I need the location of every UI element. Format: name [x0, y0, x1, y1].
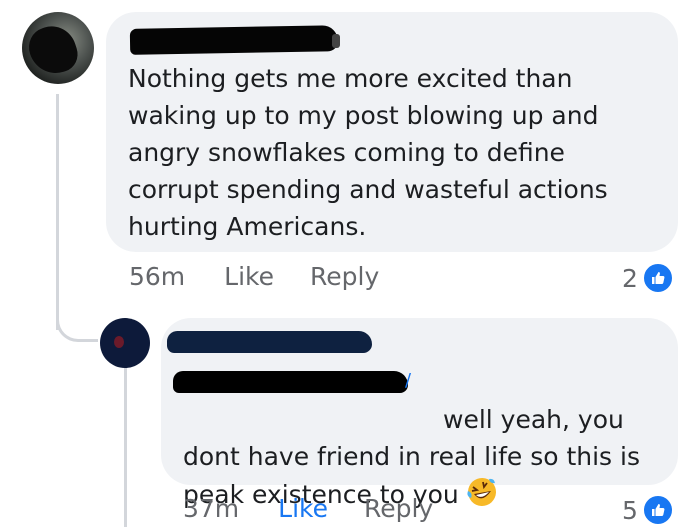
reaction-count: 5: [622, 495, 638, 525]
reaction-summary[interactable]: 5: [622, 494, 674, 526]
reply-thread-line: [124, 368, 127, 527]
thread-connector-curve: [56, 300, 98, 342]
reaction-count: 2: [622, 263, 638, 293]
reply-timestamp[interactable]: 37m: [183, 494, 239, 523]
like-button[interactable]: Like: [224, 262, 274, 291]
avatar[interactable]: [22, 12, 94, 84]
laughing-tears-emoji: [467, 478, 496, 506]
reply-button[interactable]: Reply: [364, 494, 433, 523]
comment-bubble: Nothing gets me more excited than waking…: [106, 12, 678, 252]
comment-timestamp[interactable]: 56m: [129, 262, 185, 291]
redacted-author-name: [129, 25, 339, 55]
thumbs-up-icon: [641, 262, 674, 294]
reaction-summary[interactable]: 2: [622, 262, 674, 294]
avatar[interactable]: [100, 318, 150, 368]
like-button[interactable]: Like: [278, 494, 328, 523]
reply-bubble: / well yeah, you dont have friend in real…: [161, 318, 678, 509]
comment-actions: 56m Like Reply: [129, 262, 379, 291]
reply-button[interactable]: Reply: [310, 262, 379, 291]
redacted-author-name: [167, 331, 372, 353]
redaction-mark: [332, 34, 340, 48]
reply-actions: 37m Like Reply: [183, 494, 433, 523]
thread-connector-line: [56, 94, 59, 330]
reply-text: well yeah, you dont have friend in real l…: [183, 364, 663, 513]
thumbs-up-icon: [641, 494, 674, 526]
reply-text-line: well yeah, you: [443, 405, 624, 434]
comment-text: Nothing gets me more excited than waking…: [128, 64, 608, 241]
